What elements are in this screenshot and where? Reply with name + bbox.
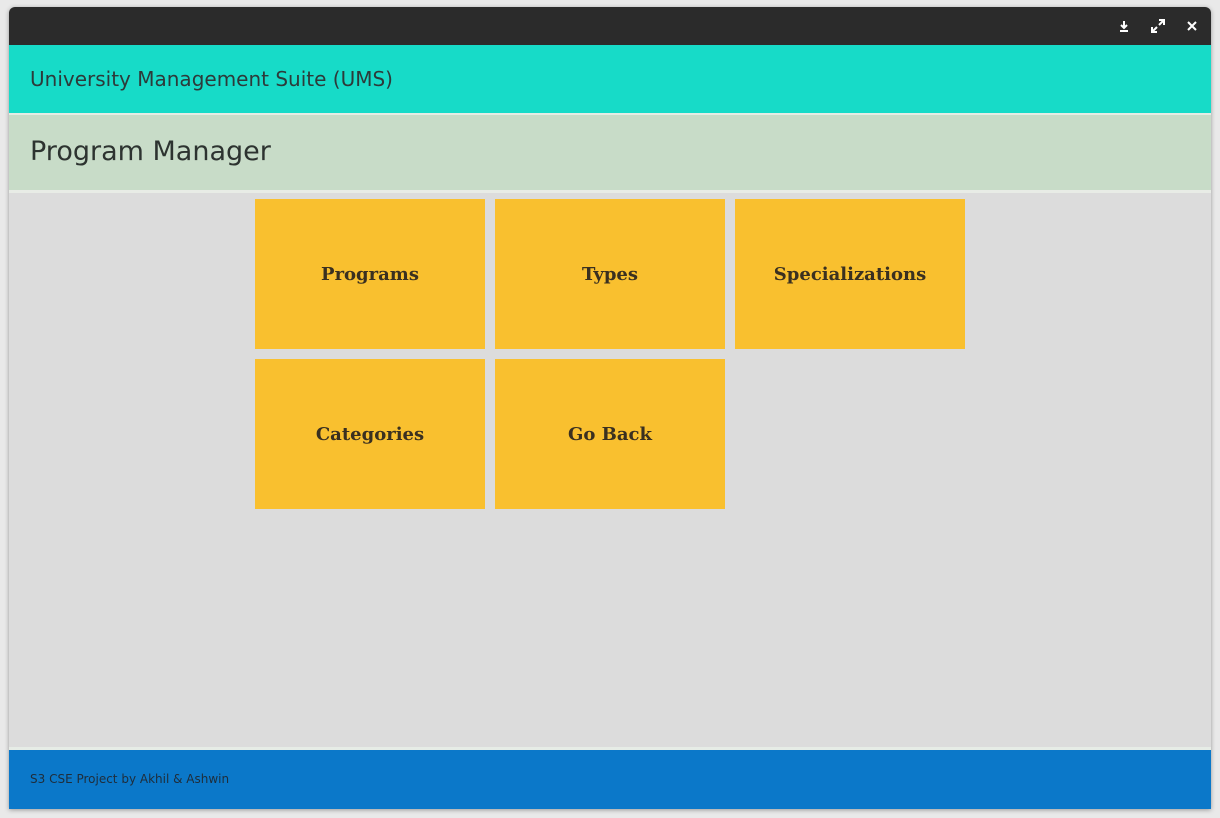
page-header: Program Manager (9, 115, 1211, 193)
footer-credit-text: S3 CSE Project by Akhil & Ashwin (30, 772, 230, 786)
categories-tile-button[interactable]: Categories (255, 359, 485, 509)
tile-label: Programs (321, 263, 419, 285)
app-header: University Management Suite (UMS) (9, 45, 1211, 115)
go-back-tile-button[interactable]: Go Back (495, 359, 725, 509)
tile-label: Types (581, 263, 639, 285)
app-title: University Management Suite (UMS) (30, 67, 393, 91)
minimize-button[interactable] (1114, 16, 1134, 36)
close-button[interactable] (1182, 16, 1202, 36)
window-titlebar (9, 7, 1211, 45)
programs-tile-button[interactable]: Programs (255, 199, 485, 349)
close-icon (1187, 21, 1197, 31)
specializations-tile-button[interactable]: Specializations (735, 199, 965, 349)
app-window: University Management Suite (UMS) Progra… (9, 7, 1211, 809)
tile-label: Specializations (773, 263, 927, 285)
footer: S3 CSE Project by Akhil & Ashwin (9, 747, 1211, 809)
types-tile-button[interactable]: Types (495, 199, 725, 349)
expand-icon (1151, 19, 1165, 33)
maximize-button[interactable] (1148, 16, 1168, 36)
page-title: Program Manager (30, 136, 271, 167)
tile-label: Go Back (568, 423, 652, 445)
download-arrow-icon (1120, 21, 1128, 32)
tile-label: Categories (315, 423, 425, 445)
